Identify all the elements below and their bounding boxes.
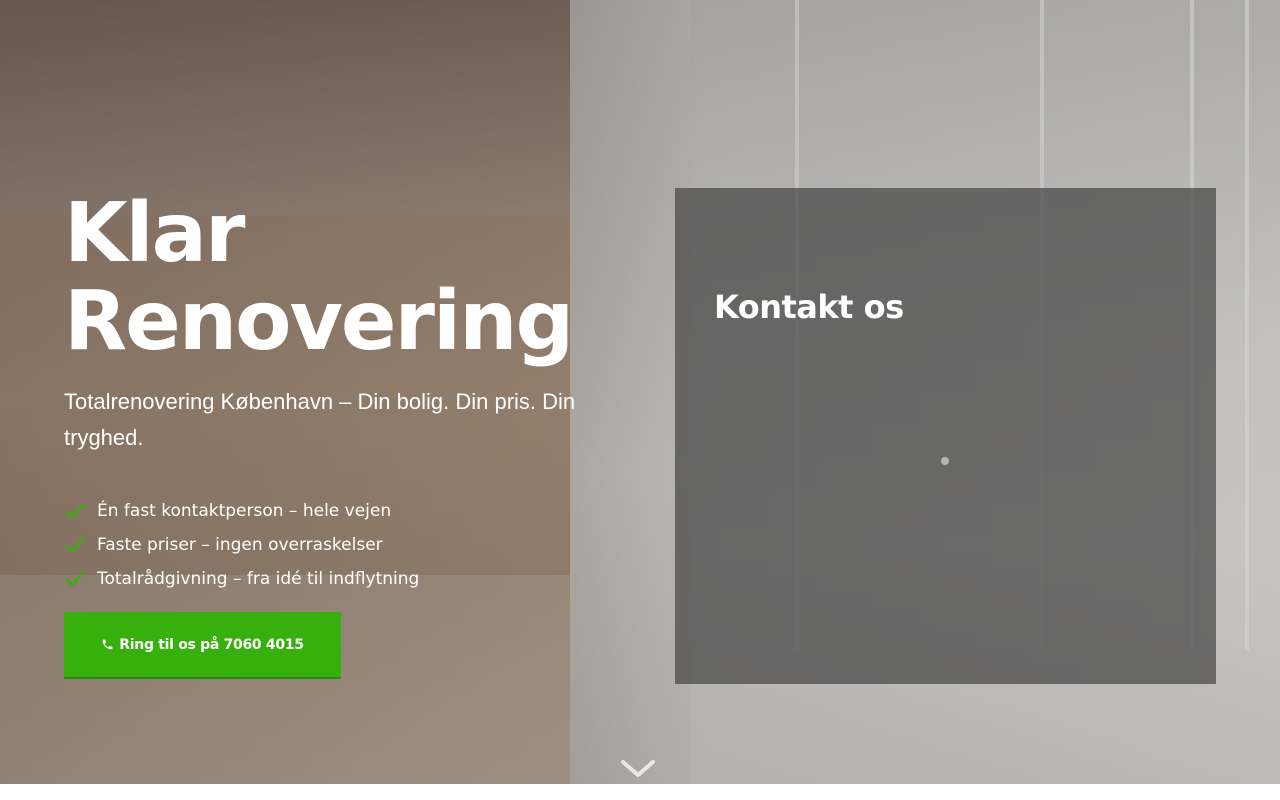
check-icon	[64, 568, 86, 590]
phone-icon	[101, 638, 115, 652]
contact-title: Kontakt os	[714, 288, 904, 326]
hero-content: Klar Renovering Totalrenovering Københav…	[64, 190, 604, 596]
feature-text: Faste priser – ingen overraskelser	[97, 535, 383, 555]
hero-subtitle: Totalrenovering København – Din bolig. D…	[64, 389, 576, 450]
check-icon	[64, 500, 86, 522]
feature-list: Én fast kontaktperson – hele vejen Faste…	[64, 494, 604, 596]
feature-item: Totalrådgivning – fra idé til indflytnin…	[64, 562, 604, 596]
page-bottom-strip	[0, 784, 1280, 800]
feature-text: Én fast kontaktperson – hele vejen	[97, 501, 392, 521]
feature-text: Totalrådgivning – fra idé til indflytnin…	[97, 569, 420, 589]
feature-item: Én fast kontaktperson – hele vejen	[64, 494, 604, 528]
check-icon	[64, 534, 86, 556]
title-line-2: Renovering	[64, 274, 574, 369]
contact-form-panel: Kontakt os	[675, 188, 1216, 684]
feature-item: Faste priser – ingen overraskelser	[64, 528, 604, 562]
call-us-button[interactable]: Ring til os på 7060 4015	[64, 612, 341, 679]
hero-section: Klar Renovering Totalrenovering Københav…	[0, 0, 1280, 784]
title-line-1: Klar	[64, 186, 245, 281]
chevron-down-icon[interactable]	[620, 757, 656, 781]
call-us-label: Ring til os på 7060 4015	[119, 636, 304, 653]
loading-indicator	[941, 457, 949, 465]
page-title: Klar Renovering	[64, 190, 604, 366]
